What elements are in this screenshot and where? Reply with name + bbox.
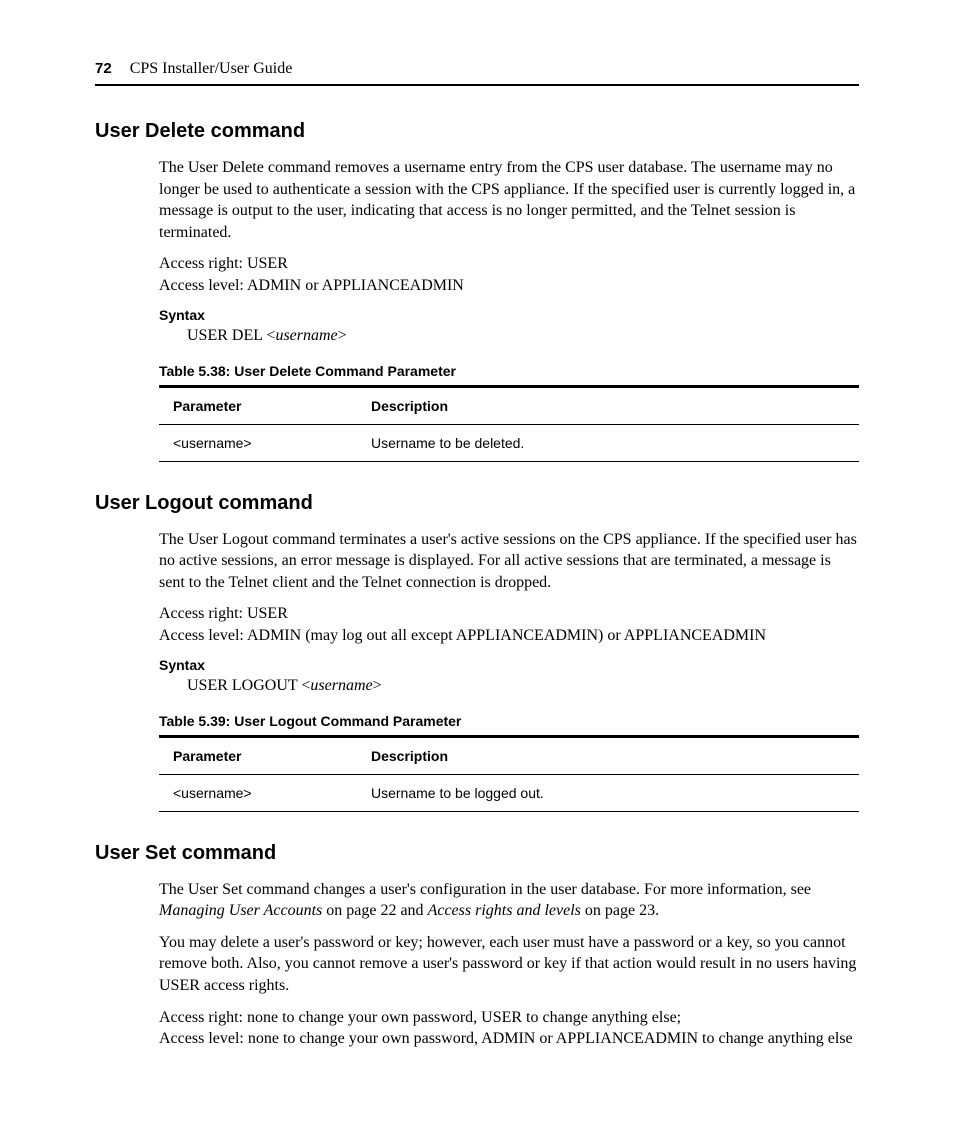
user-delete-access-right: Access right: USER (159, 253, 859, 275)
table-row: <username> Username to be deleted. (159, 424, 859, 461)
user-set-access-level: Access level: none to change your own pa… (159, 1028, 859, 1050)
syntax-label: Syntax (159, 657, 859, 673)
table-user-logout-param: Parameter Description <username> Usernam… (159, 735, 859, 812)
syntax-var: username (275, 327, 337, 344)
syntax-var: username (310, 677, 372, 694)
cell-description: Username to be deleted. (357, 424, 859, 461)
user-set-description-2: You may delete a user's password or key;… (159, 932, 859, 997)
syntax-text: > (338, 327, 347, 344)
col-description: Description (357, 386, 859, 424)
section-user-logout-body: The User Logout command terminates a use… (159, 529, 859, 812)
user-delete-syntax: USER DEL <username> (187, 327, 859, 345)
syntax-text: > (373, 677, 382, 694)
heading-user-delete: User Delete command (95, 120, 859, 143)
cell-parameter: <username> (159, 424, 357, 461)
table-user-delete-param: Parameter Description <username> Usernam… (159, 385, 859, 462)
section-user-set-body: The User Set command changes a user's co… (159, 879, 859, 1050)
table-caption-5-38: Table 5.38: User Delete Command Paramete… (159, 363, 859, 379)
guide-title: CPS Installer/User Guide (130, 60, 293, 78)
table-header-row: Parameter Description (159, 736, 859, 774)
section-user-delete-body: The User Delete command removes a userna… (159, 157, 859, 462)
user-logout-description: The User Logout command terminates a use… (159, 529, 859, 594)
user-logout-access-right: Access right: USER (159, 603, 859, 625)
col-description: Description (357, 736, 859, 774)
col-parameter: Parameter (159, 386, 357, 424)
heading-user-logout: User Logout command (95, 492, 859, 515)
user-logout-access-level: Access level: ADMIN (may log out all exc… (159, 625, 859, 647)
page-header: 72 CPS Installer/User Guide (95, 60, 859, 86)
text: on page 23. (581, 902, 659, 919)
syntax-text: USER DEL < (187, 327, 275, 344)
syntax-label: Syntax (159, 307, 859, 323)
table-caption-5-39: Table 5.39: User Logout Command Paramete… (159, 713, 859, 729)
cell-parameter: <username> (159, 774, 357, 811)
user-logout-syntax: USER LOGOUT <username> (187, 677, 859, 695)
table-row: <username> Username to be logged out. (159, 774, 859, 811)
table-header-row: Parameter Description (159, 386, 859, 424)
text: The User Set command changes a user's co… (159, 881, 811, 898)
user-set-access-right: Access right: none to change your own pa… (159, 1007, 859, 1029)
syntax-text: USER LOGOUT < (187, 677, 310, 694)
link-access-rights-levels: Access rights and levels (428, 902, 581, 919)
cell-description: Username to be logged out. (357, 774, 859, 811)
text: on page 22 and (322, 902, 427, 919)
link-managing-user-accounts: Managing User Accounts (159, 902, 322, 919)
heading-user-set: User Set command (95, 842, 859, 865)
user-delete-access-level: Access level: ADMIN or APPLIANCEADMIN (159, 275, 859, 297)
col-parameter: Parameter (159, 736, 357, 774)
user-delete-description: The User Delete command removes a userna… (159, 157, 859, 243)
page-number: 72 (95, 60, 112, 77)
user-set-description-1: The User Set command changes a user's co… (159, 879, 859, 922)
